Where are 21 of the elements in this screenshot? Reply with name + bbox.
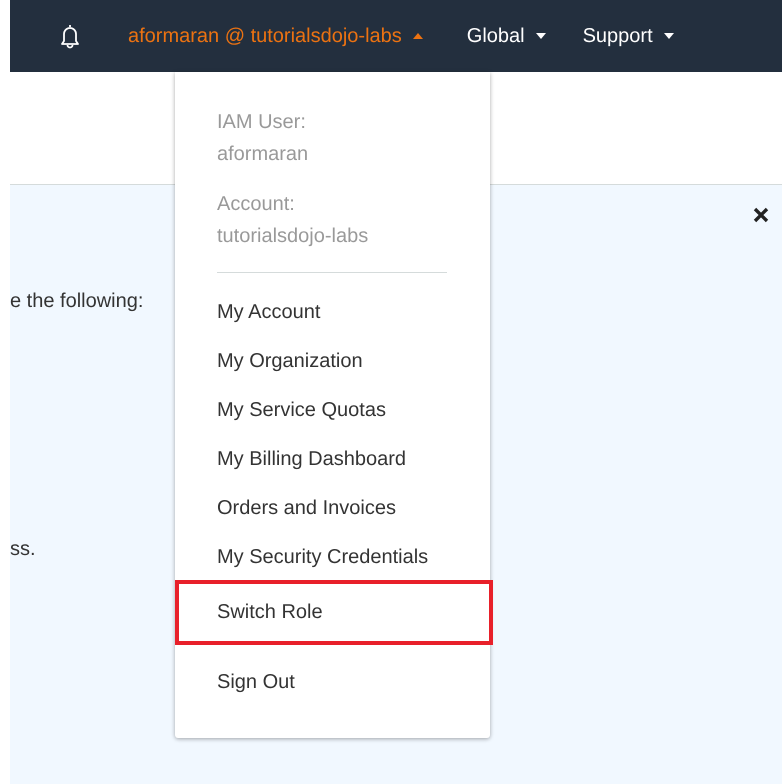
body-text: ss. [10,537,36,561]
menu-item[interactable]: My Service Quotas [175,386,490,435]
nav-menu-button[interactable]: Support [582,24,674,48]
info-value: tutorialsdojo-labs [217,224,368,249]
menu-item[interactable]: My Security Credentials [175,533,490,582]
menu-item[interactable]: Switch Role [179,588,489,637]
menu-item[interactable]: My Account [175,288,490,337]
info-value: aformaran [217,142,308,167]
body-text: e the following: [10,289,144,313]
nav-menu-button[interactable]: Global [466,24,546,48]
menu-item[interactable]: My Organization [175,337,490,386]
menu-item[interactable]: Sign Out [175,658,490,707]
caret-icon [536,33,546,39]
caret-icon [664,33,674,39]
info-label: Account: [217,192,295,217]
menu-item[interactable]: Orders and Invoices [175,484,490,533]
menu-item[interactable]: My Billing Dashboard [175,435,490,484]
close-icon[interactable] [753,207,769,223]
bell-icon[interactable] [58,23,82,49]
info-label: IAM User: [217,110,306,135]
account-menu-button[interactable]: aformaran @ tutorialsdojo-labs [128,24,423,48]
